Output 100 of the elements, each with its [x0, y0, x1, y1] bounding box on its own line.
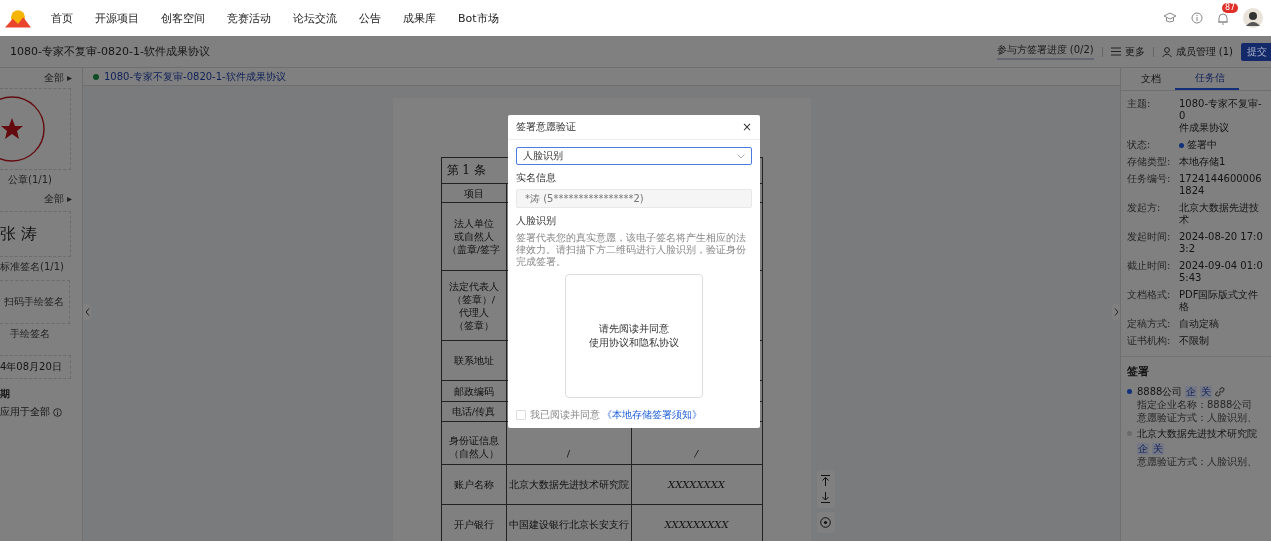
field-value: 件成果协议: [1179, 122, 1230, 134]
signer-tag: 关: [1152, 443, 1164, 455]
field-label: 存储类型:: [1127, 156, 1172, 168]
nav-link[interactable]: Bot市场: [458, 10, 499, 26]
avatar-icon[interactable]: [1243, 8, 1263, 28]
scroll-to-top-icon[interactable]: [821, 475, 830, 486]
collapse-handle[interactable]: [83, 304, 91, 320]
terms-link[interactable]: 《本地存储签署须知》: [602, 408, 702, 422]
field-value: 自动定稿: [1179, 318, 1219, 330]
close-button[interactable]: ×: [741, 120, 752, 134]
section-title: 签署: [1127, 364, 1150, 379]
apply-all-label: 应用于全部: [0, 405, 50, 419]
table-cell: 北京大数据先进技术研究院: [506, 464, 631, 505]
signer-detail: 意愿验证方式：人脸识别、: [1137, 412, 1257, 424]
field-value: 本地存储1: [1179, 156, 1226, 168]
table-cell: 法人单位 或自然人 （盖章/签字: [441, 202, 506, 271]
bell-icon[interactable]: [1217, 11, 1229, 25]
user-icon: [1161, 46, 1172, 57]
table-cell: 法定代表人 （签章）/ 代理人 （签章）: [441, 270, 506, 341]
field-value: 不限制: [1179, 335, 1209, 347]
signer-tag: 关: [1200, 386, 1213, 398]
date-text: 4年08月20日: [0, 360, 62, 374]
table-cell: 邮政编码: [441, 380, 506, 402]
table-cell: 身份证信息 （自然人）: [441, 421, 506, 465]
nav-link[interactable]: 首页: [51, 10, 73, 26]
link-icon[interactable]: [1215, 387, 1226, 397]
signing-progress-link[interactable]: 参与方签署进度 (0/2): [996, 43, 1094, 60]
chevron-right-icon: [1113, 308, 1119, 316]
view-all-link[interactable]: 全部 ▸: [43, 192, 72, 206]
signature-text: 张 涛: [0, 223, 38, 245]
field-value: 2024-08-20 17:03:2: [1179, 231, 1264, 255]
signature-card[interactable]: 张 涛: [0, 211, 71, 257]
field-value: 1080-专家不复审-0: [1179, 98, 1263, 122]
download-icon[interactable]: [821, 492, 830, 503]
signer-name: 8888公司: [1137, 386, 1183, 398]
field-label: 发起时间:: [1127, 231, 1172, 244]
signer-detail: 意愿验证方式：人脸识别、: [1137, 456, 1258, 468]
menu-icon: [1110, 47, 1121, 56]
field-value: 2024-09-04 01:05:43: [1179, 260, 1264, 284]
signer-tag: 企: [1137, 443, 1149, 455]
nav-link[interactable]: 公告: [359, 10, 381, 26]
nav-link[interactable]: 论坛交流: [293, 10, 337, 26]
field-label: 实名信息: [516, 171, 557, 185]
description-text: 签署代表您的真实意愿，该电子签名将产生相应的法律效力。请扫描下方二维码进行人脸识别，验证身份完成签署。: [516, 232, 747, 268]
submit-button[interactable]: 提交: [1241, 42, 1271, 61]
signer-name: 北京大数据先进技术研究院: [1137, 428, 1257, 440]
panel-tab[interactable]: 任务信: [1175, 68, 1239, 90]
table-cell: 电话/传真: [441, 401, 506, 422]
member-management-button[interactable]: 成员管理 (1): [1161, 44, 1233, 59]
target-icon: [820, 517, 831, 528]
field-label: 人脸识别: [516, 214, 557, 228]
field-label: 证书机构:: [1127, 335, 1172, 347]
notification-count: 87: [1222, 2, 1239, 13]
nav-link[interactable]: 开源项目: [95, 10, 139, 26]
graduation-cap-icon[interactable]: [1163, 12, 1177, 24]
dialog-title: 签署意愿验证: [516, 120, 576, 134]
document-title: 1080-专家不复审-0820-1-软件成果协议: [10, 44, 210, 59]
table-cell: 项目: [441, 183, 506, 203]
field-label: 主题:: [1127, 98, 1152, 111]
signature-caption: 标准签名(1/1): [0, 260, 65, 274]
field-value: 北京大数据先进技术: [1179, 202, 1260, 226]
field-value: PDF国际版式文件格: [1179, 289, 1260, 313]
table-cell: 中国建设银行北京长安支行: [506, 504, 631, 541]
nav-link[interactable]: 创客空间: [161, 10, 205, 26]
field-label: 发起方:: [1127, 202, 1162, 215]
seal-card[interactable]: [0, 88, 71, 170]
logo-icon[interactable]: [5, 8, 31, 28]
field-label: 截止时间:: [1127, 260, 1172, 273]
scan-signature-card[interactable]: 扫码手绘签名: [0, 280, 70, 324]
expand-handle[interactable]: [1112, 304, 1120, 320]
info-icon[interactable]: [1191, 12, 1203, 24]
more-button[interactable]: 更多: [1110, 44, 1145, 59]
chevron-left-icon: [84, 308, 90, 316]
signer-detail: 指定企业名称：8888公司: [1137, 399, 1254, 411]
field-value: 17241446000061824: [1179, 173, 1263, 197]
field-label: 状态:: [1127, 139, 1152, 151]
info-icon[interactable]: [53, 407, 62, 417]
table-cell: 账户名称: [441, 464, 506, 505]
table-cell: 开户银行: [441, 504, 506, 541]
field-label: 任务编号:: [1127, 173, 1172, 186]
view-all-link[interactable]: 全部 ▸: [43, 71, 72, 85]
field-value: 签署中: [1187, 139, 1217, 151]
document-tab[interactable]: 1080-专家不复审-0820-1-软件成果协议: [104, 69, 286, 84]
nav-link[interactable]: 竞赛活动: [227, 10, 271, 26]
agree-label: 我已阅读并同意: [530, 408, 600, 422]
locate-button[interactable]: [816, 512, 835, 533]
field-label: 定稿方式:: [1127, 318, 1172, 330]
chevron-down-icon: [737, 153, 745, 159]
nav-link[interactable]: 成果库: [403, 10, 436, 26]
date-card[interactable]: 4年08月20日: [0, 355, 71, 379]
qr-notice: 请先阅读并同意 使用协议和隐私协议: [589, 322, 679, 350]
agree-checkbox[interactable]: [516, 410, 526, 420]
hand-signature-caption: 手绘签名: [9, 327, 51, 341]
section-title: 期: [0, 387, 11, 401]
table-cell: XXXXXXXX: [631, 464, 762, 505]
panel-tab[interactable]: 文档: [1121, 68, 1175, 90]
verification-method-select[interactable]: 人脸识别: [516, 147, 752, 165]
seal-caption: 公章(1/1): [7, 173, 53, 187]
table-cell: 联系地址: [441, 340, 506, 381]
signer-tag: 企: [1185, 386, 1198, 398]
